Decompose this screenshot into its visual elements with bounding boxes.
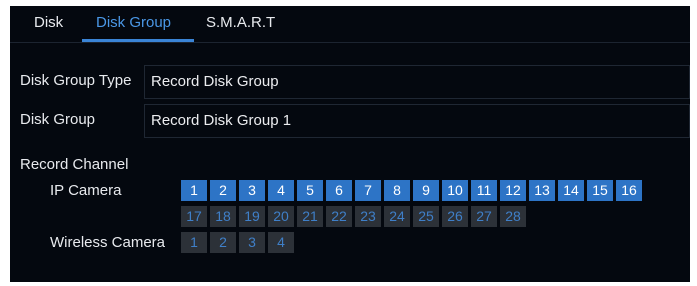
disk-group-select[interactable]: Record Disk Group 1: [144, 104, 690, 138]
ip-channel-checkbox-6[interactable]: 6: [326, 180, 352, 201]
tab-divider: [10, 42, 690, 43]
disk-group-panel: Disk Disk Group S.M.A.R.T Disk Group Typ…: [10, 6, 690, 282]
wireless-channel-checkbox-4[interactable]: 4: [268, 232, 294, 253]
record-channel-label: Record Channel: [20, 156, 129, 173]
ip-channel-checkbox-28[interactable]: 28: [500, 206, 526, 227]
ip-channel-checkbox-14[interactable]: 14: [558, 180, 584, 201]
ip-camera-label: IP Camera: [50, 182, 122, 199]
ip-channel-checkbox-17[interactable]: 17: [181, 206, 207, 227]
tab-disk[interactable]: Disk: [34, 11, 63, 35]
ip-camera-channels-row-2: 17 18 19 20 21 22 23 24 25 26 27 28: [181, 206, 526, 227]
tab-disk-group[interactable]: Disk Group: [96, 11, 171, 35]
tab-smart[interactable]: S.M.A.R.T: [206, 11, 275, 35]
ip-channel-checkbox-25[interactable]: 25: [413, 206, 439, 227]
ip-camera-channels-row-1: 1 2 3 4 5 6 7 8 9 10 11 12 13 14 15 16: [181, 180, 642, 201]
ip-channel-checkbox-7[interactable]: 7: [355, 180, 381, 201]
ip-channel-checkbox-8[interactable]: 8: [384, 180, 410, 201]
tab-bar: Disk Disk Group S.M.A.R.T: [10, 6, 690, 43]
ip-channel-checkbox-26[interactable]: 26: [442, 206, 468, 227]
ip-channel-checkbox-13[interactable]: 13: [529, 180, 555, 201]
ip-channel-checkbox-23[interactable]: 23: [355, 206, 381, 227]
ip-channel-checkbox-16[interactable]: 16: [616, 180, 642, 201]
wireless-camera-channels: 1234: [181, 232, 294, 253]
ip-channel-checkbox-19[interactable]: 19: [239, 206, 265, 227]
ip-channel-checkbox-3[interactable]: 3: [239, 180, 265, 201]
ip-channel-checkbox-10[interactable]: 10: [442, 180, 468, 201]
ip-channel-checkbox-11[interactable]: 11: [471, 180, 497, 201]
ip-channel-checkbox-15[interactable]: 15: [587, 180, 613, 201]
ip-channel-checkbox-27[interactable]: 27: [471, 206, 497, 227]
wireless-channel-checkbox-1[interactable]: 1: [181, 232, 207, 253]
ip-channel-checkbox-9[interactable]: 9: [413, 180, 439, 201]
wireless-camera-label: Wireless Camera: [50, 234, 166, 251]
disk-group-type-select[interactable]: Record Disk Group: [144, 65, 690, 99]
ip-channel-checkbox-12[interactable]: 12: [500, 180, 526, 201]
ip-channel-checkbox-4[interactable]: 4: [268, 180, 294, 201]
ip-channel-checkbox-20[interactable]: 20: [268, 206, 294, 227]
ip-channel-checkbox-2[interactable]: 2: [210, 180, 236, 201]
ip-channel-checkbox-5[interactable]: 5: [297, 180, 323, 201]
ip-channel-checkbox-1[interactable]: 1: [181, 180, 207, 201]
ip-channel-checkbox-18[interactable]: 18: [210, 206, 236, 227]
wireless-channel-checkbox-2[interactable]: 2: [210, 232, 236, 253]
wireless-channel-checkbox-3[interactable]: 3: [239, 232, 265, 253]
disk-group-type-label: Disk Group Type: [20, 72, 132, 89]
ip-channel-checkbox-22[interactable]: 22: [326, 206, 352, 227]
ip-channel-checkbox-21[interactable]: 21: [297, 206, 323, 227]
disk-group-label: Disk Group: [20, 111, 96, 128]
ip-channel-checkbox-24[interactable]: 24: [384, 206, 410, 227]
